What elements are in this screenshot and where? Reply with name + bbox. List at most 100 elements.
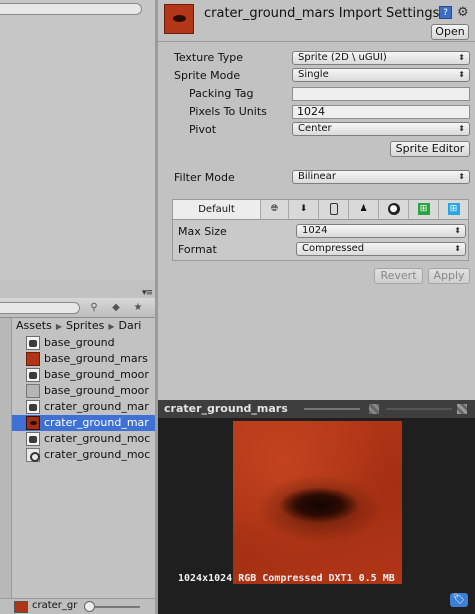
packing-tag-label: Packing Tag bbox=[189, 87, 254, 100]
revert-button[interactable]: Revert bbox=[374, 268, 423, 284]
format-dropdown[interactable]: Compressed bbox=[296, 242, 466, 256]
tab-android[interactable]: ♟ bbox=[349, 200, 379, 219]
blackberry-icon: ● bbox=[387, 203, 400, 215]
sprite-mode-dropdown[interactable]: Single bbox=[292, 68, 470, 82]
inspector-panel: crater_ground_mars Import Settings ? ⚙ O… bbox=[158, 0, 475, 400]
list-item-label: crater_ground_moc bbox=[44, 448, 151, 461]
thumbnail-size-slider-knob[interactable] bbox=[84, 601, 95, 612]
search-by-label-icon[interactable]: ◆ bbox=[108, 301, 124, 315]
list-item-label: base_ground_moor bbox=[44, 384, 149, 397]
filter-mode-label: Filter Mode bbox=[174, 171, 235, 184]
gear-icon[interactable]: ⚙ bbox=[457, 5, 469, 20]
sprite-editor-button[interactable]: Sprite Editor bbox=[390, 141, 470, 157]
list-item[interactable]: ▶crater_ground_mar bbox=[12, 415, 156, 431]
android-icon: ♟ bbox=[359, 204, 368, 214]
pixels-to-units-field[interactable]: 1024 bbox=[292, 105, 470, 119]
mip-slider[interactable] bbox=[386, 408, 452, 410]
texture-image bbox=[233, 421, 402, 584]
list-item[interactable]: crater_ground_mar bbox=[12, 399, 156, 415]
list-item-label: base_ground_moor bbox=[44, 368, 149, 381]
project-header: ▾≡ bbox=[0, 286, 156, 298]
file-icon bbox=[26, 400, 40, 414]
list-item[interactable]: ▶crater_ground_moc bbox=[12, 447, 156, 463]
file-icon bbox=[26, 432, 40, 446]
help-icon[interactable]: ? bbox=[439, 6, 452, 19]
platform-settings: Default 🌐︎ ⬇ ♟ ● ⊞ ⊞ Max Size 1024 Forma… bbox=[172, 199, 469, 261]
sprite-mode-label: Sprite Mode bbox=[174, 69, 241, 82]
chevron-right-icon: ▶ bbox=[55, 322, 62, 331]
format-label: Format bbox=[178, 243, 217, 256]
selected-asset-thumb bbox=[14, 601, 28, 613]
tab-standalone[interactable]: ⬇ bbox=[289, 200, 319, 219]
list-item-label: crater_ground_moc bbox=[44, 432, 151, 445]
list-item[interactable]: ▶base_ground_moor bbox=[12, 383, 156, 399]
search-by-type-icon[interactable]: ⚲ bbox=[86, 301, 102, 315]
alpha-toggle-icon[interactable] bbox=[369, 404, 379, 414]
project-toolbar: ⚲ ◆ ★ bbox=[0, 298, 156, 318]
max-size-dropdown[interactable]: 1024 bbox=[296, 224, 466, 238]
list-item-label: base_ground bbox=[44, 336, 115, 349]
file-icon bbox=[26, 336, 40, 350]
tab-windows-phone[interactable]: ⊞ bbox=[439, 200, 468, 219]
pivot-dropdown[interactable]: Center bbox=[292, 122, 470, 136]
windows-phone-icon: ⊞ bbox=[447, 203, 460, 215]
project-footer: crater_gr bbox=[0, 598, 156, 614]
left-column: ▾≡ ⚲ ◆ ★ Assets ▶ Sprites ▶ Dari base_ground… bbox=[0, 0, 158, 614]
panel-menu-icon[interactable]: ▾≡ bbox=[142, 288, 153, 298]
chevron-right-icon: ▶ bbox=[108, 322, 115, 331]
download-icon: ⬇ bbox=[299, 204, 308, 214]
list-item-label: crater_ground_mar bbox=[44, 400, 149, 413]
breadcrumb-folder[interactable]: Dari bbox=[118, 319, 141, 332]
texture-thumb-icon bbox=[26, 352, 40, 366]
filter-mode-dropdown[interactable]: Bilinear bbox=[292, 170, 470, 184]
texture-thumb-icon bbox=[26, 416, 40, 430]
web-icon: 🌐︎ bbox=[270, 204, 279, 214]
breadcrumb: Assets ▶ Sprites ▶ Dari bbox=[12, 318, 156, 335]
texture-preview: 1024x1024 RGB Compressed DXT1 0.5 MB 🏷︎ bbox=[158, 418, 475, 614]
phone-icon bbox=[329, 203, 338, 215]
preview-title: crater_ground_mars bbox=[164, 402, 288, 415]
platform-tabs: Default 🌐︎ ⬇ ♟ ● ⊞ ⊞ bbox=[173, 200, 468, 220]
tab-web[interactable]: 🌐︎ bbox=[261, 200, 289, 219]
hierarchy-search-input[interactable] bbox=[0, 3, 142, 15]
list-item[interactable]: base_ground_moor bbox=[12, 367, 156, 383]
asset-preview-thumb bbox=[164, 4, 194, 34]
mip-toggle-icon[interactable] bbox=[457, 404, 467, 414]
asset-list: Assets▶Sprites▶Dari base_ground▶base_gro… bbox=[12, 318, 156, 598]
file-icon bbox=[26, 368, 40, 382]
breadcrumb-assets[interactable]: Assets bbox=[16, 319, 52, 332]
tab-blackberry[interactable]: ● bbox=[379, 200, 409, 219]
pixels-to-units-label: Pixels To Units bbox=[189, 105, 267, 118]
tab-ios[interactable] bbox=[319, 200, 349, 219]
pivot-label: Pivot bbox=[189, 123, 217, 136]
texture-info: 1024x1024 RGB Compressed DXT1 0.5 MB bbox=[178, 573, 395, 584]
texture-thumb-icon bbox=[26, 384, 40, 398]
asset-labels-icon[interactable]: 🏷︎ bbox=[450, 593, 468, 607]
tab-windows-store[interactable]: ⊞ bbox=[409, 200, 439, 219]
list-item-label: crater_ground_mar bbox=[44, 416, 149, 429]
list-item[interactable]: base_ground bbox=[12, 335, 156, 351]
breadcrumb-sprites[interactable]: Sprites bbox=[66, 319, 104, 332]
asset-rows: base_ground▶base_ground_marsbase_ground_… bbox=[12, 335, 156, 463]
inspector-header: crater_ground_mars Import Settings ? ⚙ O… bbox=[158, 0, 475, 42]
apply-button[interactable]: Apply bbox=[428, 268, 470, 284]
texture-type-dropdown[interactable]: Sprite (2D \ uGUI) bbox=[292, 51, 470, 65]
texture-thumb-icon bbox=[26, 448, 40, 462]
hierarchy-panel bbox=[0, 0, 158, 280]
packing-tag-field[interactable] bbox=[292, 87, 470, 101]
inspector-title: crater_ground_mars Import Settings bbox=[204, 6, 440, 21]
list-item-label: base_ground_mars bbox=[44, 352, 148, 365]
preview-header: crater_ground_mars bbox=[158, 400, 475, 418]
folder-tree-strip[interactable] bbox=[0, 318, 12, 614]
preview-drag-handle[interactable] bbox=[304, 408, 360, 410]
project-search-input[interactable] bbox=[0, 302, 80, 314]
texture-type-label: Texture Type bbox=[174, 51, 244, 64]
selected-asset-path: crater_gr bbox=[32, 600, 78, 611]
list-item[interactable]: ▶base_ground_mars bbox=[12, 351, 156, 367]
favorites-star-icon[interactable]: ★ bbox=[130, 301, 146, 315]
open-button[interactable]: Open bbox=[431, 24, 469, 40]
windows-store-icon: ⊞ bbox=[417, 203, 430, 215]
list-item[interactable]: crater_ground_moc bbox=[12, 431, 156, 447]
max-size-label: Max Size bbox=[178, 225, 227, 238]
tab-default[interactable]: Default bbox=[173, 200, 261, 219]
